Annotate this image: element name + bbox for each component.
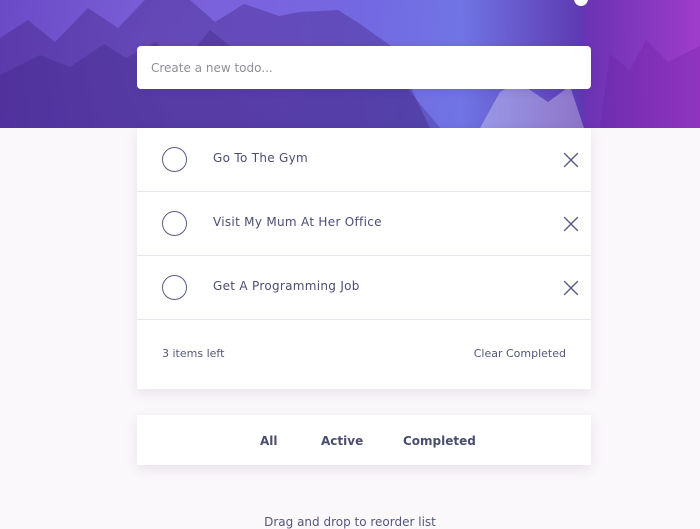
todo-list: Go To The Gym Visit My Mum At Her Office… [137, 128, 591, 389]
todo-label: Get A Programming Job [213, 279, 360, 293]
new-todo-field[interactable] [137, 46, 591, 89]
circle-icon[interactable] [162, 211, 187, 236]
todo-label: Go To The Gym [213, 151, 309, 165]
drag-drop-hint: Drag and drop to reorder list [264, 515, 436, 529]
todo-item[interactable]: Visit My Mum At Her Office [137, 192, 591, 256]
items-left-count: 3 items left [162, 347, 225, 360]
close-icon[interactable] [563, 280, 579, 296]
todo-item[interactable]: Get A Programming Job [137, 256, 591, 320]
close-icon[interactable] [563, 216, 579, 232]
filter-active[interactable]: Active [321, 434, 363, 448]
circle-icon[interactable] [162, 275, 187, 300]
list-footer: 3 items left Clear Completed [137, 320, 591, 389]
filter-bar: All Active Completed [137, 415, 591, 465]
clear-completed-button[interactable]: Clear Completed [474, 347, 566, 360]
todo-label: Visit My Mum At Her Office [213, 215, 382, 229]
new-todo-input[interactable] [149, 59, 579, 76]
filter-all[interactable]: All [260, 434, 278, 448]
todo-item[interactable]: Go To The Gym [137, 128, 591, 192]
filter-completed[interactable]: Completed [403, 434, 476, 448]
close-icon[interactable] [563, 152, 579, 168]
circle-icon[interactable] [162, 147, 187, 172]
